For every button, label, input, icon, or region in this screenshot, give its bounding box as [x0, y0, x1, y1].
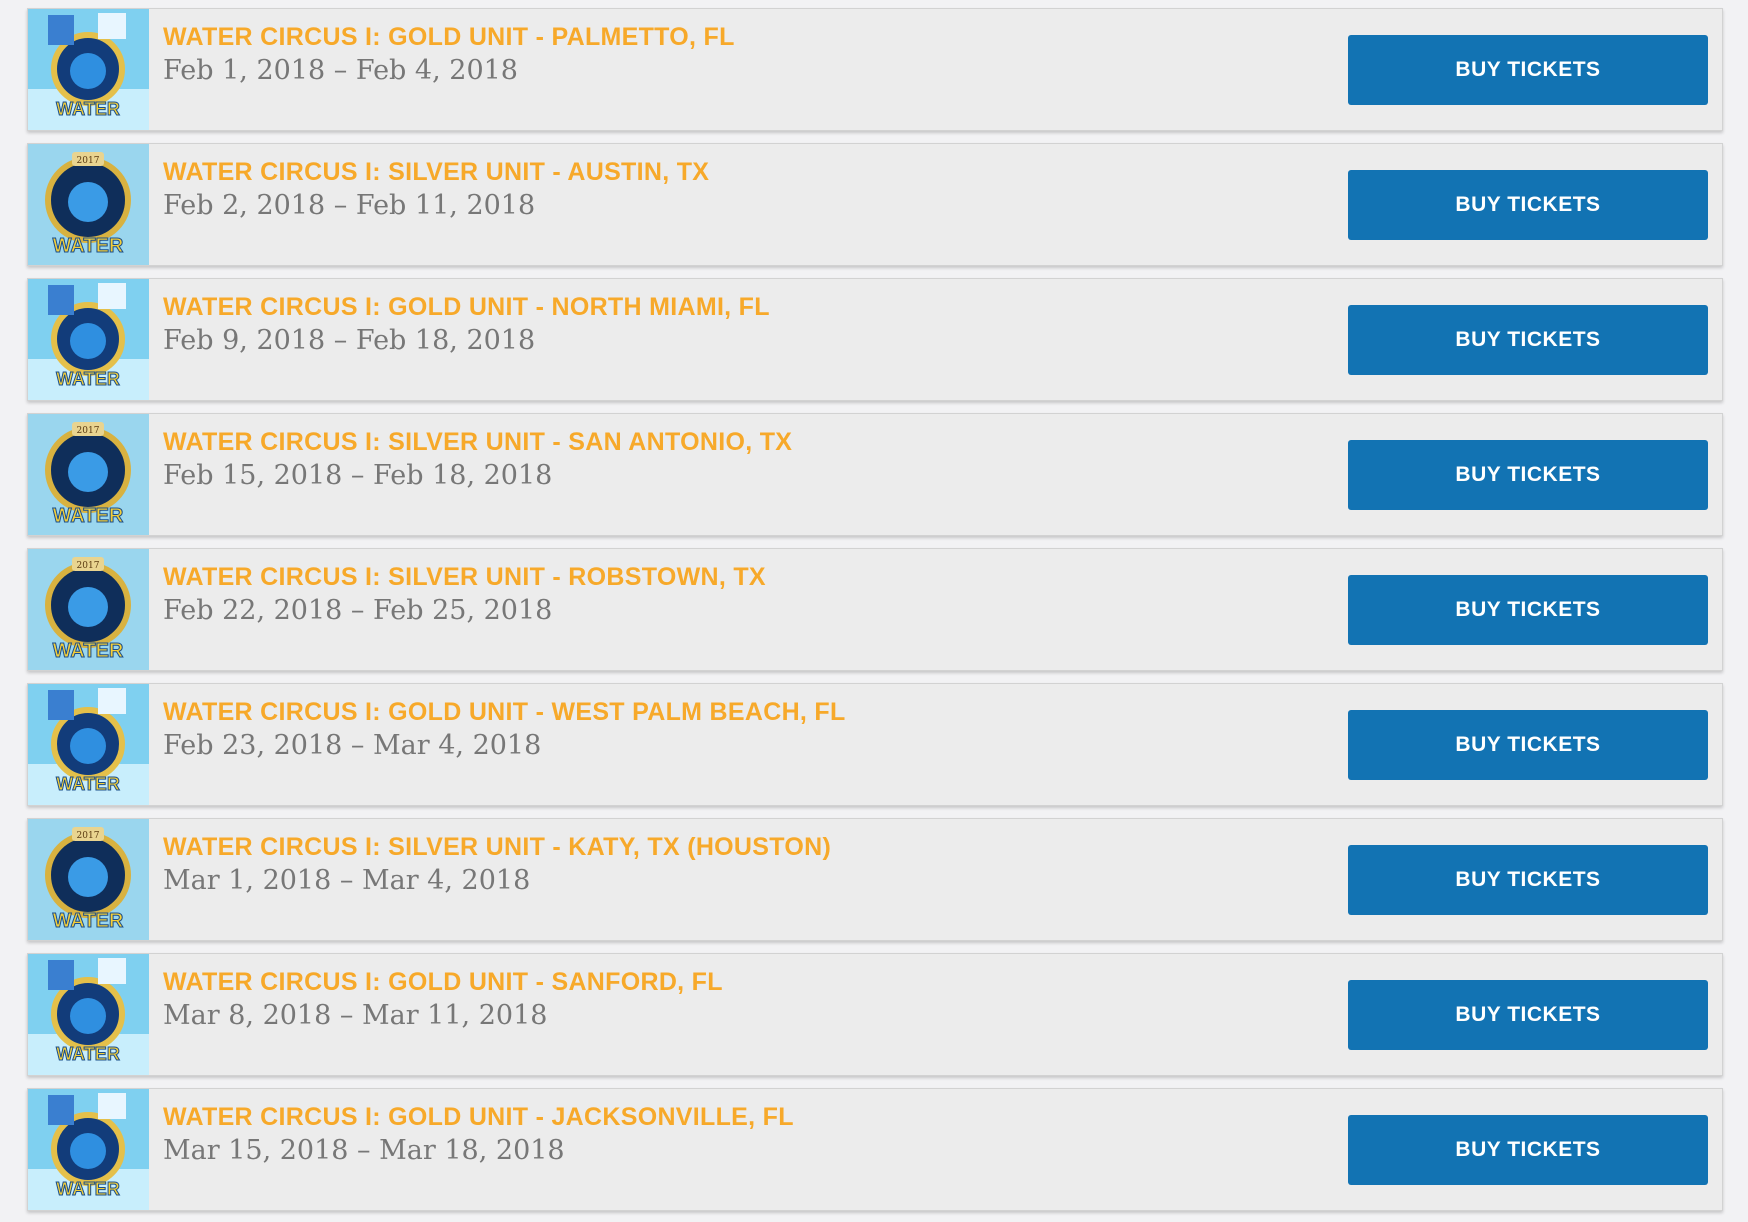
- buy-tickets-button[interactable]: BUY TICKETS: [1348, 575, 1708, 645]
- event-row: 2017 WATER WATER CIRCUS I: SILVER UNIT -…: [27, 548, 1723, 671]
- svg-text:WATER: WATER: [56, 1179, 120, 1199]
- event-thumbnail[interactable]: 2017 WATER: [28, 144, 149, 265]
- water-circus-poster-icon: WATER: [28, 684, 149, 805]
- event-thumbnail[interactable]: 2017 WATER: [28, 819, 149, 940]
- event-dates: Feb 2, 2018 – Feb 11, 2018: [163, 190, 536, 221]
- event-dates: Feb 15, 2018 – Feb 18, 2018: [163, 460, 553, 491]
- event-list: WATER WATER CIRCUS I: GOLD UNIT - PALMET…: [0, 0, 1748, 1222]
- event-row: WATER WATER CIRCUS I: GOLD UNIT - PALMET…: [27, 8, 1723, 131]
- svg-text:WATER: WATER: [56, 99, 120, 119]
- event-thumbnail[interactable]: WATER: [28, 684, 149, 805]
- water-circus-poster-icon: WATER: [28, 279, 149, 400]
- svg-text:WATER: WATER: [56, 774, 120, 794]
- svg-text:WATER: WATER: [56, 1044, 120, 1064]
- svg-text:2017: 2017: [77, 156, 100, 166]
- event-row: WATER WATER CIRCUS I: GOLD UNIT - SANFOR…: [27, 953, 1723, 1076]
- event-title[interactable]: WATER CIRCUS I: GOLD UNIT - NORTH MIAMI,…: [163, 293, 770, 322]
- event-dates: Feb 9, 2018 – Feb 18, 2018: [163, 325, 536, 356]
- event-thumbnail[interactable]: WATER: [28, 1089, 149, 1210]
- svg-text:WATER: WATER: [53, 235, 124, 257]
- svg-text:2017: 2017: [77, 561, 100, 571]
- event-thumbnail[interactable]: 2017 WATER: [28, 549, 149, 670]
- event-title[interactable]: WATER CIRCUS I: GOLD UNIT - WEST PALM BE…: [163, 698, 846, 727]
- buy-tickets-button[interactable]: BUY TICKETS: [1348, 170, 1708, 240]
- svg-text:WATER: WATER: [53, 505, 124, 527]
- event-title[interactable]: WATER CIRCUS I: SILVER UNIT - KATY, TX (…: [163, 833, 831, 862]
- event-title[interactable]: WATER CIRCUS I: SILVER UNIT - ROBSTOWN, …: [163, 563, 766, 592]
- water-circus-poster-icon: WATER: [28, 954, 149, 1075]
- event-row: WATER WATER CIRCUS I: GOLD UNIT - WEST P…: [27, 683, 1723, 806]
- event-row: WATER WATER CIRCUS I: GOLD UNIT - JACKSO…: [27, 1088, 1723, 1211]
- water-circus-poster-icon: 2017 WATER: [28, 819, 149, 940]
- event-thumbnail[interactable]: 2017 WATER: [28, 414, 149, 535]
- event-dates: Mar 15, 2018 – Mar 18, 2018: [163, 1135, 565, 1166]
- event-dates: Mar 8, 2018 – Mar 11, 2018: [163, 1000, 548, 1031]
- event-thumbnail[interactable]: WATER: [28, 9, 149, 130]
- water-circus-poster-icon: WATER: [28, 1089, 149, 1210]
- buy-tickets-button[interactable]: BUY TICKETS: [1348, 1115, 1708, 1185]
- event-row: WATER WATER CIRCUS I: GOLD UNIT - NORTH …: [27, 278, 1723, 401]
- buy-tickets-button[interactable]: BUY TICKETS: [1348, 305, 1708, 375]
- event-row: 2017 WATER WATER CIRCUS I: SILVER UNIT -…: [27, 818, 1723, 941]
- event-row: 2017 WATER WATER CIRCUS I: SILVER UNIT -…: [27, 143, 1723, 266]
- water-circus-poster-icon: 2017 WATER: [28, 549, 149, 670]
- water-circus-poster-icon: WATER: [28, 9, 149, 130]
- event-thumbnail[interactable]: WATER: [28, 279, 149, 400]
- buy-tickets-button[interactable]: BUY TICKETS: [1348, 845, 1708, 915]
- buy-tickets-button[interactable]: BUY TICKETS: [1348, 35, 1708, 105]
- svg-text:WATER: WATER: [53, 640, 124, 662]
- event-title[interactable]: WATER CIRCUS I: GOLD UNIT - SANFORD, FL: [163, 968, 723, 997]
- event-row: 2017 WATER WATER CIRCUS I: SILVER UNIT -…: [27, 413, 1723, 536]
- svg-text:2017: 2017: [77, 426, 100, 436]
- event-title[interactable]: WATER CIRCUS I: SILVER UNIT - AUSTIN, TX: [163, 158, 709, 187]
- water-circus-poster-icon: 2017 WATER: [28, 144, 149, 265]
- event-dates: Feb 22, 2018 – Feb 25, 2018: [163, 595, 553, 626]
- event-title[interactable]: WATER CIRCUS I: GOLD UNIT - JACKSONVILLE…: [163, 1103, 794, 1132]
- svg-text:WATER: WATER: [53, 910, 124, 932]
- svg-text:WATER: WATER: [56, 369, 120, 389]
- buy-tickets-button[interactable]: BUY TICKETS: [1348, 710, 1708, 780]
- event-dates: Feb 23, 2018 – Mar 4, 2018: [163, 730, 542, 761]
- water-circus-poster-icon: 2017 WATER: [28, 414, 149, 535]
- buy-tickets-button[interactable]: BUY TICKETS: [1348, 980, 1708, 1050]
- buy-tickets-button[interactable]: BUY TICKETS: [1348, 440, 1708, 510]
- event-dates: Feb 1, 2018 – Feb 4, 2018: [163, 55, 518, 86]
- svg-text:2017: 2017: [77, 831, 100, 841]
- event-title[interactable]: WATER CIRCUS I: SILVER UNIT - SAN ANTONI…: [163, 428, 792, 457]
- event-title[interactable]: WATER CIRCUS I: GOLD UNIT - PALMETTO, FL: [163, 23, 735, 52]
- event-thumbnail[interactable]: WATER: [28, 954, 149, 1075]
- event-dates: Mar 1, 2018 – Mar 4, 2018: [163, 865, 531, 896]
